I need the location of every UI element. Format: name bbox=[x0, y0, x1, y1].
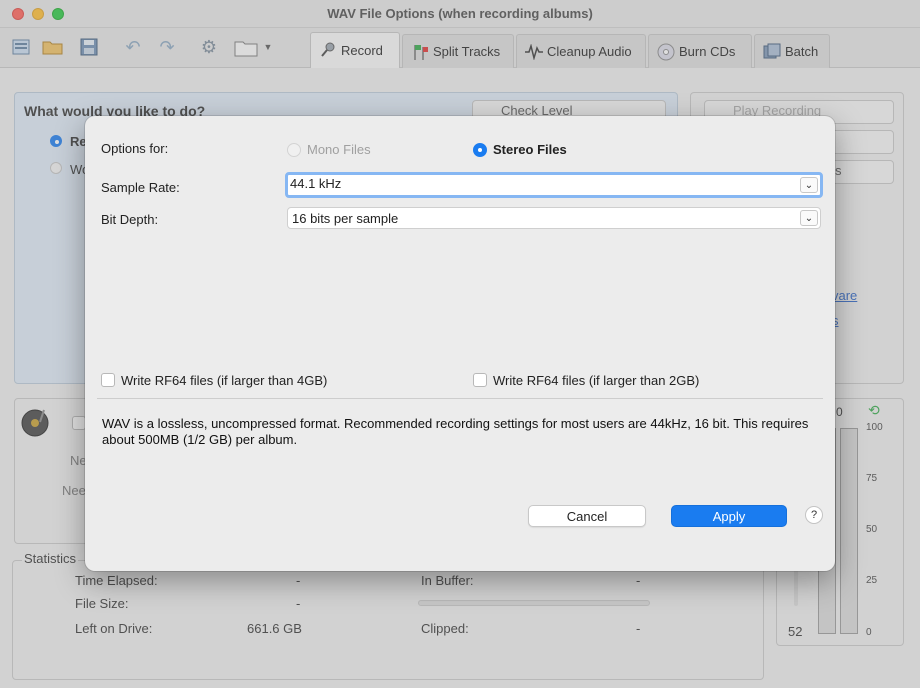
rf64-stereo-checkbox[interactable] bbox=[473, 373, 487, 387]
format-description: WAV is a lossless, uncompressed format. … bbox=[102, 416, 809, 447]
dialog-divider bbox=[97, 398, 823, 399]
sample-rate-label: Sample Rate: bbox=[101, 180, 180, 195]
sample-rate-select[interactable]: 44.1 kHz ⌄ bbox=[285, 172, 823, 198]
bit-depth-value: 16 bits per sample bbox=[292, 211, 399, 226]
options-for-label: Options for: bbox=[101, 141, 169, 156]
chevron-down-icon: ⌄ bbox=[800, 210, 818, 226]
mono-files-radio[interactable] bbox=[287, 143, 301, 157]
dialog-help-button[interactable]: ? bbox=[805, 506, 823, 524]
stereo-files-label: Stereo Files bbox=[493, 142, 567, 157]
rf64-mono-checkbox[interactable] bbox=[101, 373, 115, 387]
sample-rate-value: 44.1 kHz bbox=[290, 176, 342, 191]
bit-depth-select[interactable]: 16 bits per sample ⌄ bbox=[287, 207, 821, 229]
stereo-files-radio[interactable] bbox=[473, 143, 487, 157]
wav-options-dialog: Options for: Mono Files Stereo Files Sam… bbox=[85, 116, 835, 571]
chevron-down-icon: ⌄ bbox=[800, 177, 818, 193]
rf64-stereo-label: Write RF64 files (if larger than 2GB) bbox=[493, 373, 700, 388]
rf64-mono-label: Write RF64 files (if larger than 4GB) bbox=[121, 373, 328, 388]
cancel-button[interactable]: Cancel bbox=[528, 505, 646, 527]
mono-files-label: Mono Files bbox=[307, 142, 371, 157]
apply-button[interactable]: Apply bbox=[671, 505, 787, 527]
bit-depth-label: Bit Depth: bbox=[101, 212, 159, 227]
